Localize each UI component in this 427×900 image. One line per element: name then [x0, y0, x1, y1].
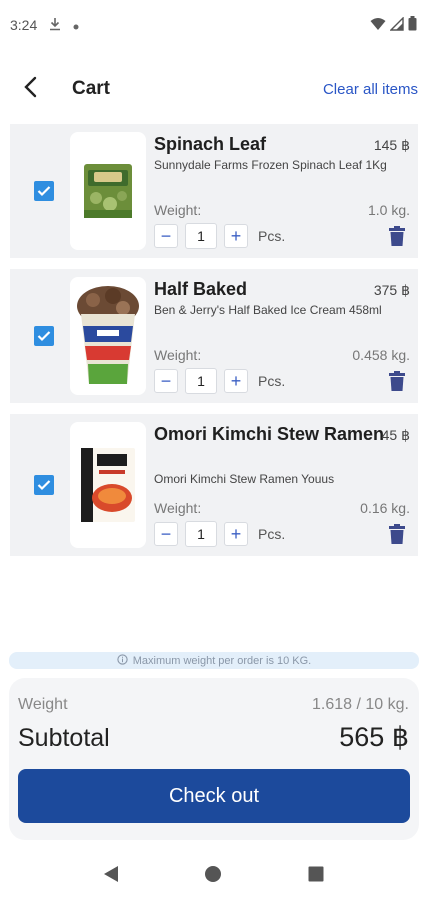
signal-icon	[389, 15, 404, 34]
plus-icon: +	[230, 370, 242, 391]
item-checkbox[interactable]	[34, 475, 54, 495]
quantity-unit: Pcs.	[258, 526, 286, 542]
info-icon	[117, 653, 128, 668]
item-weight: 0.458 kg.	[352, 347, 410, 363]
system-nav-bar	[0, 852, 427, 896]
product-thumbnail[interactable]	[70, 132, 146, 250]
increment-button[interactable]: +	[224, 522, 248, 546]
ramen-pack-image	[81, 448, 135, 522]
weight-label: Weight:	[154, 202, 202, 218]
weight-label: Weight:	[154, 500, 202, 516]
wifi-icon	[370, 17, 386, 34]
status-time: 3:24	[10, 17, 38, 33]
checkout-button[interactable]: Check out	[18, 769, 410, 823]
product-thumbnail[interactable]	[70, 277, 146, 395]
cart-item: Half Baked 375 ฿ Ben & Jerry's Half Bake…	[10, 269, 418, 403]
item-checkbox[interactable]	[34, 326, 54, 346]
status-right	[370, 15, 417, 34]
order-summary: Weight 1.618 / 10 kg. Subtotal 565 ฿ Che…	[9, 678, 419, 840]
decrement-button[interactable]: −	[154, 522, 178, 546]
page-title: Cart	[72, 78, 111, 99]
nav-home-button[interactable]	[193, 854, 233, 894]
minus-icon: −	[160, 225, 172, 246]
battery-icon	[408, 16, 417, 34]
app-header: Cart Clear all items	[0, 68, 427, 110]
item-price: 145 ฿	[373, 137, 410, 153]
max-weight-notice: Maximum weight per order is 10 KG.	[9, 652, 419, 669]
cart-item: Spinach Leaf 145 ฿ Sunnydale Farms Froze…	[10, 124, 418, 258]
item-description: Sunnydale Farms Frozen Spinach Leaf 1Kg	[154, 158, 387, 172]
delete-item-button[interactable]	[388, 226, 406, 246]
minus-icon: −	[160, 523, 172, 544]
subtotal-label: Subtotal	[18, 724, 110, 752]
square-recents-icon	[308, 866, 324, 882]
ice-cream-pint-image	[77, 286, 139, 384]
status-left: 3:24	[10, 17, 79, 34]
quantity-stepper: − 1 + Pcs.	[154, 368, 285, 394]
download-icon	[49, 17, 61, 34]
quantity-unit: Pcs.	[258, 373, 286, 389]
increment-button[interactable]: +	[224, 224, 248, 248]
quantity-input[interactable]: 1	[185, 223, 217, 249]
trash-icon	[389, 371, 405, 391]
decrement-button[interactable]: −	[154, 369, 178, 393]
item-description: Omori Kimchi Stew Ramen Youus	[154, 472, 335, 486]
minus-icon: −	[160, 370, 172, 391]
decrement-button[interactable]: −	[154, 224, 178, 248]
back-button[interactable]	[10, 69, 50, 109]
item-price: 375 ฿	[373, 282, 410, 298]
total-weight-label: Weight	[18, 696, 68, 713]
status-bar: 3:24	[0, 0, 427, 50]
trash-icon	[389, 226, 405, 246]
notice-text: Maximum weight per order is 10 KG.	[132, 654, 312, 667]
nav-recents-button[interactable]	[296, 854, 336, 894]
quantity-unit: Pcs.	[258, 228, 286, 244]
nav-back-button[interactable]	[91, 854, 131, 894]
increment-button[interactable]: +	[224, 369, 248, 393]
plus-icon: +	[230, 225, 242, 246]
quantity-stepper: − 1 + Pcs.	[154, 223, 285, 249]
dot-icon	[73, 17, 79, 33]
clear-all-button[interactable]: Clear all items	[323, 81, 418, 98]
item-checkbox[interactable]	[34, 181, 54, 201]
item-description: Ben & Jerry's Half Baked Ice Cream 458ml	[154, 303, 382, 317]
item-weight: 1.0 kg.	[367, 202, 410, 218]
trash-icon	[389, 524, 405, 544]
circle-home-icon	[205, 866, 222, 882]
total-weight-value: 1.618 / 10 kg.	[312, 696, 409, 713]
delete-item-button[interactable]	[388, 371, 406, 391]
delete-item-button[interactable]	[388, 524, 406, 544]
item-name: Half Baked	[154, 279, 248, 299]
weight-label: Weight:	[154, 347, 202, 363]
quantity-input[interactable]: 1	[185, 368, 217, 394]
quantity-input[interactable]: 1	[185, 521, 217, 547]
plus-icon: +	[230, 523, 242, 544]
item-price: 45 ฿	[381, 427, 410, 443]
product-thumbnail[interactable]	[70, 422, 146, 548]
item-weight: 0.16 kg.	[360, 500, 410, 516]
triangle-back-icon	[104, 866, 119, 882]
subtotal-value: 565 ฿	[339, 722, 409, 752]
quantity-stepper: − 1 + Pcs.	[154, 521, 285, 547]
spinach-pack-image	[84, 164, 132, 218]
chevron-left-icon	[23, 76, 37, 103]
item-name: Spinach Leaf	[154, 134, 267, 154]
item-name: Omori Kimchi Stew Ramen	[154, 424, 385, 444]
cart-item: Omori Kimchi Stew Ramen 45 ฿ Omori Kimch…	[10, 414, 418, 556]
